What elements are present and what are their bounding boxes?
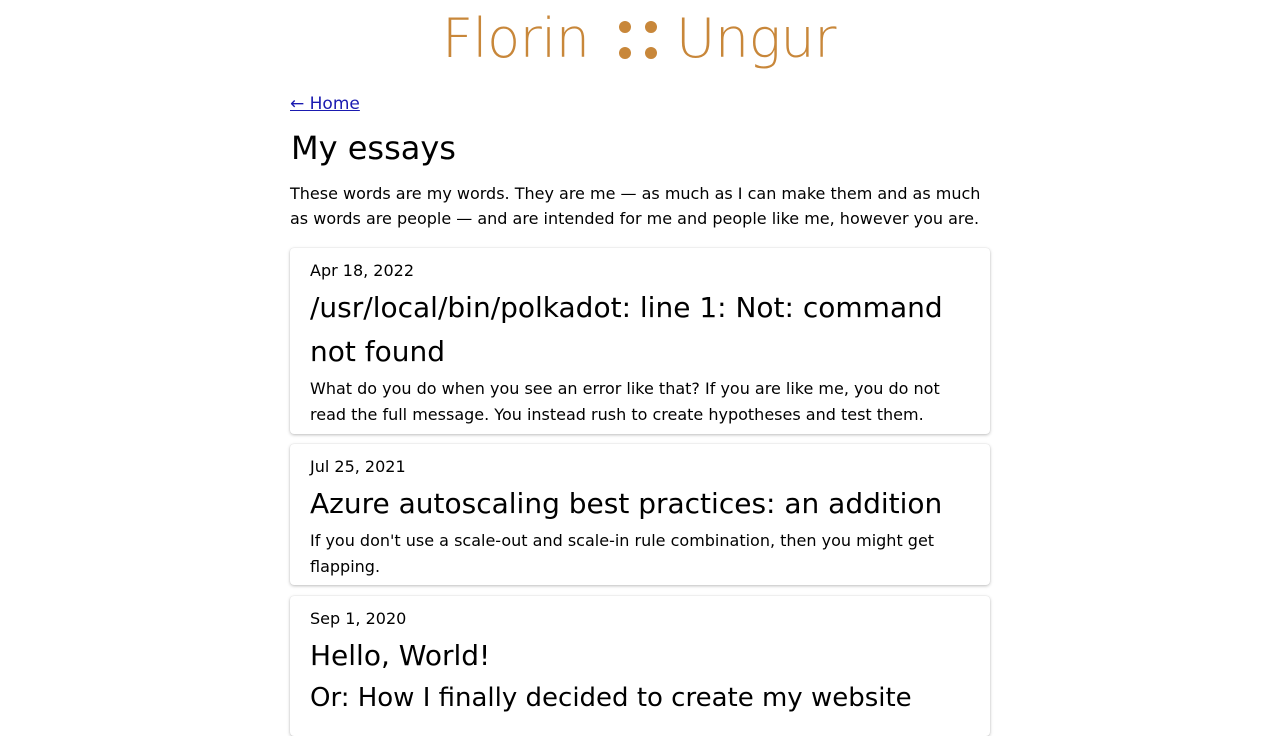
essay-excerpt: If you don't use a scale-out and scale-i… bbox=[310, 531, 935, 576]
essay-subtitle: Or: How I finally decided to create my w… bbox=[310, 683, 912, 713]
dots-logo-icon bbox=[616, 17, 657, 61]
essay-title[interactable]: Azure autoscaling best practices: an add… bbox=[310, 482, 970, 526]
logo-last-name: Ungur bbox=[675, 7, 837, 70]
page-title: My essays bbox=[291, 129, 456, 167]
nav-bar bbox=[430, 68, 848, 91]
essay-excerpt: What do you do when you see an error lik… bbox=[310, 379, 940, 424]
essay-title[interactable]: Hello, World! bbox=[310, 634, 970, 678]
essay-date: Sep 1, 2020 bbox=[310, 609, 407, 628]
site-logo[interactable]: Florin Ungur bbox=[442, 7, 837, 70]
home-link[interactable]: ← Home bbox=[290, 93, 360, 115]
essay-card[interactable]: Jul 25, 2021 Azure autoscaling best prac… bbox=[290, 444, 990, 585]
logo-first-name: Florin bbox=[442, 7, 590, 70]
essay-card[interactable]: Apr 18, 2022 /usr/local/bin/polkadot: li… bbox=[290, 248, 990, 434]
essay-card[interactable]: Sep 1, 2020 Hello, World! Or: How I fina… bbox=[290, 596, 990, 736]
essay-date: Jul 25, 2021 bbox=[310, 457, 406, 476]
essay-date: Apr 18, 2022 bbox=[310, 261, 415, 280]
page-intro: These words are my words. They are me — … bbox=[290, 184, 981, 228]
essay-title[interactable]: /usr/local/bin/polkadot: line 1: Not: co… bbox=[310, 286, 970, 374]
